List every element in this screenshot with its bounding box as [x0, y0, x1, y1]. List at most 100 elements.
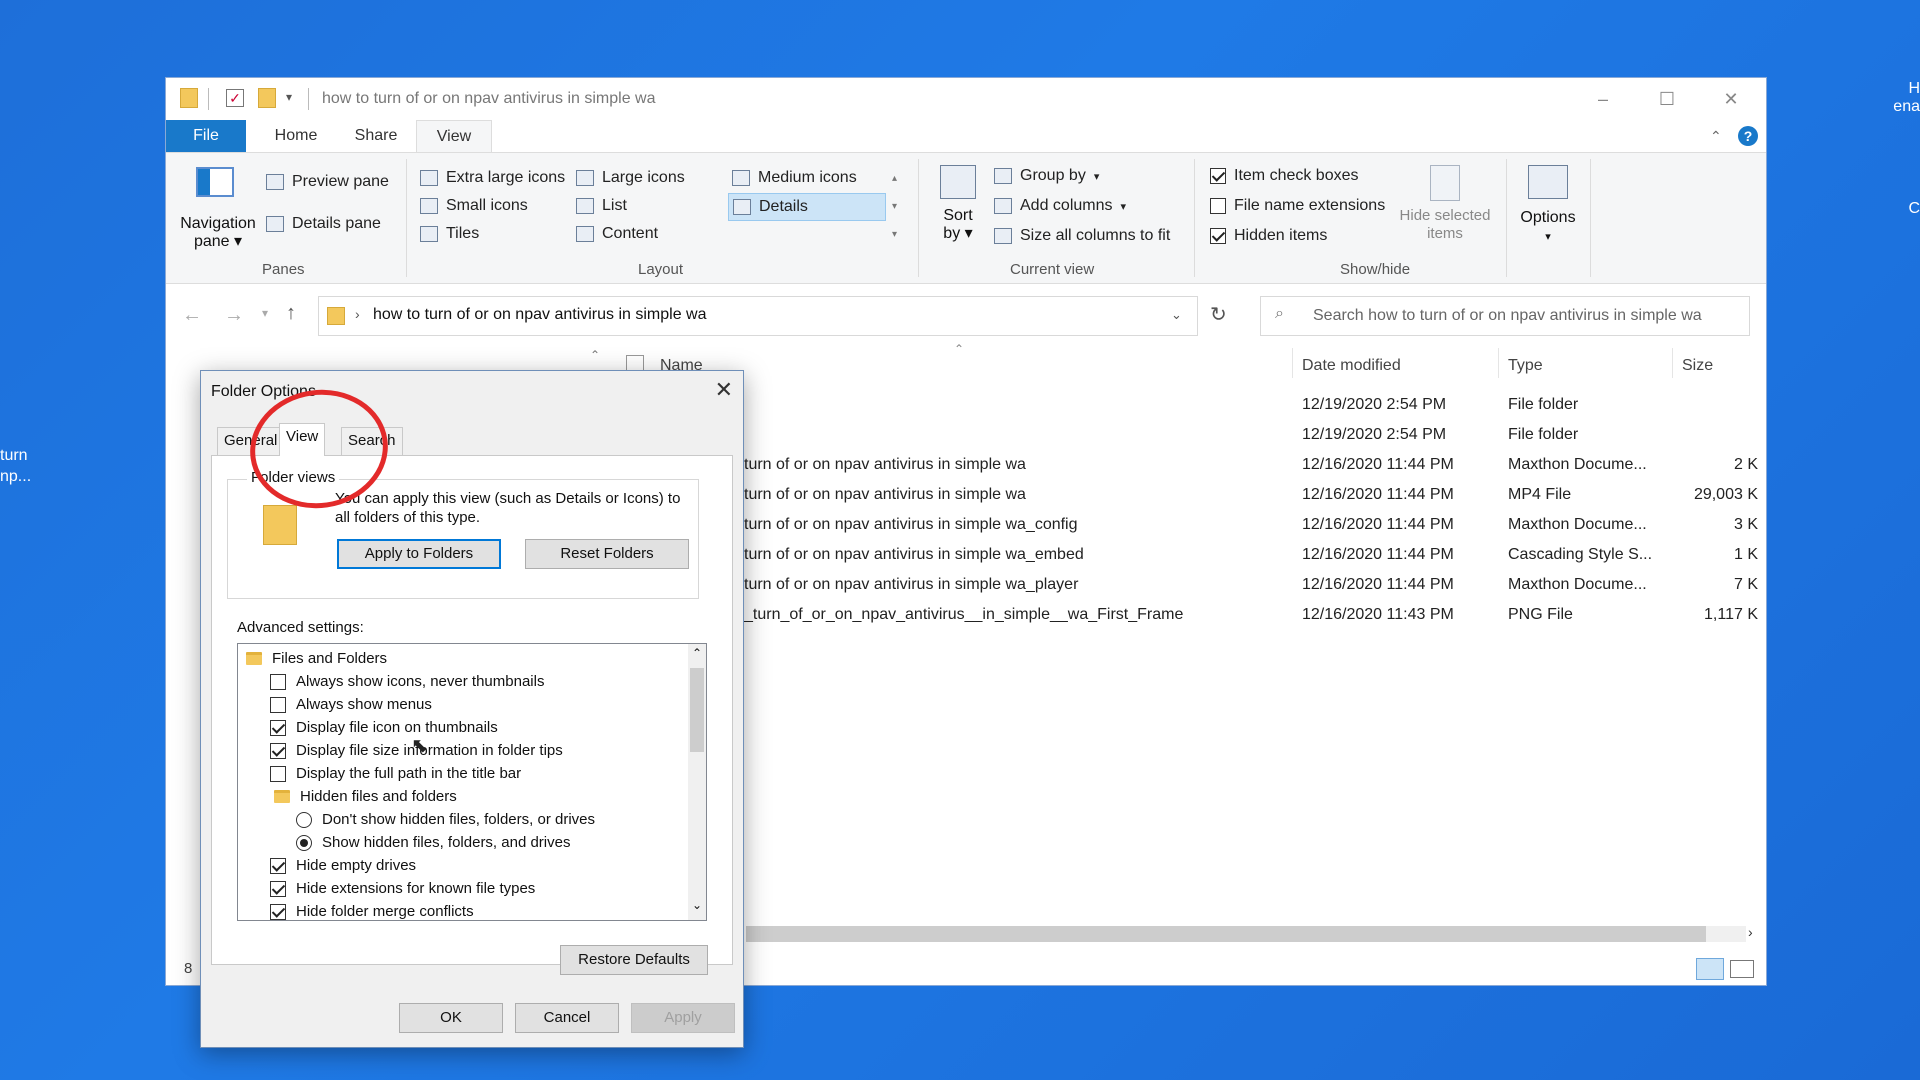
navigation-pane-icon[interactable] [196, 167, 234, 197]
checkbox[interactable] [270, 903, 286, 920]
divider [1672, 348, 1673, 378]
checkbox[interactable] [270, 696, 286, 713]
tab-home[interactable]: Home [256, 120, 336, 152]
vertical-scrollbar[interactable]: ⌃ ⌄ [688, 644, 706, 920]
small-icons-option[interactable]: Small icons [420, 197, 528, 215]
advanced-settings-tree[interactable]: Files and Folders Always show icons, neve… [237, 643, 707, 921]
breadcrumb[interactable]: how to turn of or on npav antivirus in s… [373, 306, 707, 324]
large-icons-option[interactable]: Large icons [576, 169, 685, 187]
details-option[interactable]: Details [728, 193, 886, 221]
tree-radio-option[interactable]: Show hidden files, folders, and drives [296, 834, 570, 851]
collapse-ribbon-icon[interactable]: ⌃ [1710, 128, 1722, 145]
tree-radio-option[interactable]: Don't show hidden files, folders, or dri… [296, 811, 595, 828]
options-button[interactable]: Options ▾ [1512, 209, 1584, 246]
checkbox[interactable] [1210, 168, 1226, 184]
quick-access-dropdown-icon[interactable]: ▾ [286, 90, 292, 104]
close-button[interactable]: ✕ [1716, 86, 1746, 112]
column-header-date[interactable]: Date modified [1302, 357, 1401, 375]
maximize-button[interactable]: ☐ [1652, 86, 1682, 112]
scroll-thumb[interactable] [690, 668, 704, 752]
scroll-right-icon[interactable]: › [1748, 924, 1753, 940]
hidden-items-toggle[interactable]: Hidden items [1210, 227, 1327, 245]
window-title: how to turn of or on npav antivirus in s… [322, 90, 656, 107]
extra-large-icons-option[interactable]: Extra large icons [420, 169, 565, 187]
details-view-icon[interactable] [1696, 958, 1724, 980]
apply-to-folders-button[interactable]: Apply to Folders [337, 539, 501, 569]
radio-button[interactable] [296, 811, 312, 828]
refresh-icon[interactable]: ↻ [1210, 302, 1227, 327]
radio-button[interactable] [296, 834, 312, 851]
checkbox[interactable] [1210, 228, 1226, 244]
tab-share[interactable]: Share [336, 120, 416, 152]
size-all-columns-button[interactable]: Size all columns to fit [994, 227, 1170, 245]
file-name-extensions-toggle[interactable]: File name extensions [1210, 197, 1385, 215]
file-size: 2 K [1733, 456, 1758, 473]
tree-checkbox-option[interactable]: Always show menus [270, 696, 432, 713]
hide-selected-items-button[interactable]: Hide selected items [1390, 207, 1500, 243]
preview-pane-button[interactable]: Preview pane [266, 173, 389, 191]
scroll-up-icon[interactable]: ⌃ [692, 646, 702, 660]
details-pane-button[interactable]: Details pane [266, 215, 381, 233]
close-icon[interactable]: ✕ [715, 377, 733, 403]
search-box[interactable]: ⌕ Search how to turn of or on npav antiv… [1260, 296, 1750, 336]
recent-locations-icon[interactable]: ▾ [262, 306, 268, 320]
scroll-down-icon[interactable]: ⌄ [692, 898, 702, 912]
content-option[interactable]: Content [576, 225, 658, 243]
layout-scroll-icon[interactable]: ▴ ▾ ▾ [892, 165, 897, 249]
collapse-nav-icon[interactable]: ⌃ [590, 348, 600, 362]
desktop-icon-label[interactable]: turn np... [0, 445, 31, 487]
tiles-option[interactable]: Tiles [420, 225, 479, 243]
tree-item-label: Hide folder merge conflicts [296, 903, 474, 920]
column-header-type[interactable]: Type [1508, 357, 1543, 375]
help-icon[interactable]: ? [1738, 126, 1758, 146]
tree-checkbox-option[interactable]: Display the full path in the title bar [270, 765, 521, 782]
apply-button[interactable]: Apply [631, 1003, 735, 1033]
add-columns-button[interactable]: Add columns ▾ [994, 197, 1126, 215]
list-option[interactable]: List [576, 197, 627, 215]
checkbox[interactable] [270, 719, 286, 736]
ok-button[interactable]: OK [399, 1003, 503, 1033]
tab-view[interactable]: View [416, 120, 492, 152]
group-by-button[interactable]: Group by ▾ [994, 167, 1099, 185]
properties-icon[interactable]: ✓ [226, 89, 244, 107]
tree-checkbox-option[interactable]: Display file icon on thumbnails [270, 719, 498, 736]
reset-folders-button[interactable]: Reset Folders [525, 539, 689, 569]
tree-checkbox-option[interactable]: Hide folder merge conflicts [270, 903, 474, 920]
sort-by-button[interactable]: Sort by ▾ [934, 207, 982, 243]
restore-defaults-button[interactable]: Restore Defaults [560, 945, 708, 975]
column-header-size[interactable]: Size [1682, 357, 1713, 375]
tab-view[interactable]: View [279, 423, 326, 456]
tree-checkbox-option[interactable]: Always show icons, never thumbnails [270, 673, 544, 690]
checkbox[interactable] [270, 673, 286, 690]
medium-icons-option[interactable]: Medium icons [732, 169, 857, 187]
up-arrow-icon[interactable]: ↑ [286, 302, 296, 325]
file-date: 12/16/2020 11:43 PM [1302, 606, 1454, 623]
checkbox[interactable] [1210, 198, 1226, 214]
navigation-pane-button[interactable]: Navigation pane ▾ [176, 215, 260, 251]
forward-arrow-icon[interactable]: → [224, 304, 244, 327]
tab-file[interactable]: File [166, 120, 246, 152]
divider [1292, 348, 1293, 378]
minimize-button[interactable]: – [1588, 86, 1618, 112]
medium-icons-icon [732, 170, 750, 186]
checkbox[interactable] [270, 857, 286, 874]
horizontal-scrollbar[interactable] [746, 926, 1746, 942]
search-input[interactable]: Search how to turn of or on npav antivir… [1313, 307, 1702, 325]
address-dropdown-icon[interactable]: ⌄ [1171, 307, 1182, 323]
item-check-boxes-toggle[interactable]: Item check boxes [1210, 167, 1359, 185]
large-icons-view-icon[interactable] [1730, 960, 1754, 978]
cancel-button[interactable]: Cancel [515, 1003, 619, 1033]
hide-selected-icon [1430, 165, 1460, 201]
tree-checkbox-option[interactable]: Hide extensions for known file types [270, 880, 535, 897]
address-bar[interactable]: › how to turn of or on npav antivirus in… [318, 296, 1198, 336]
desktop-edge-text: Hena [1893, 80, 1920, 115]
size-columns-icon [994, 228, 1012, 244]
tree-checkbox-option[interactable]: Hide empty drives [270, 857, 416, 874]
checkbox[interactable] [270, 765, 286, 782]
checkbox[interactable] [270, 880, 286, 897]
breadcrumb-chevron-icon[interactable]: › [355, 306, 360, 322]
file-type: Cascading Style S... [1508, 546, 1653, 563]
checkbox[interactable] [270, 742, 286, 759]
new-folder-icon[interactable] [258, 88, 276, 108]
back-arrow-icon[interactable]: ← [182, 304, 202, 327]
